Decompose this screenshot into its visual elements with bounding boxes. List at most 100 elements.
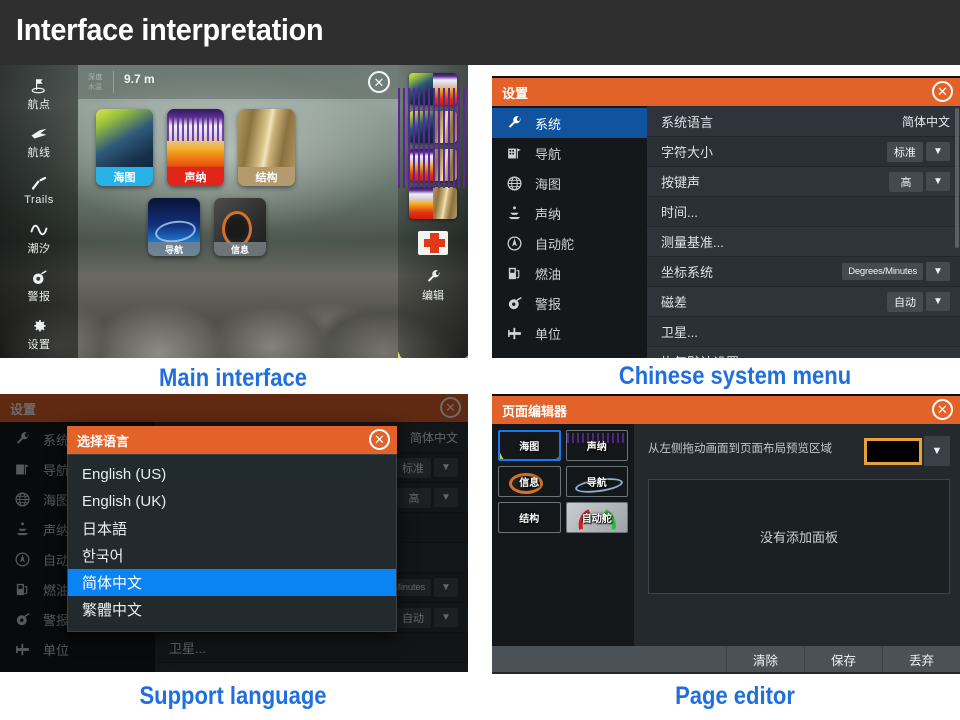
tile-chart[interactable]: 海图 xyxy=(96,109,153,186)
units-icon xyxy=(14,641,31,658)
editor-thumb-sonar[interactable]: 声纳 xyxy=(565,430,628,461)
page-editor-header-row: 从左侧拖动画面到页面布局预览区域 ▼ xyxy=(648,436,950,466)
sidebar-label-navigation: 导航 xyxy=(535,146,562,162)
sidebar-item-alarm[interactable]: 警报 xyxy=(492,288,647,318)
rail-item-trails[interactable]: Trails xyxy=(0,167,78,214)
close-circle-icon[interactable]: ✕ xyxy=(932,399,953,420)
fuel-icon xyxy=(506,265,523,282)
close-circle-icon[interactable]: ✕ xyxy=(440,397,461,418)
layout-preview-box[interactable] xyxy=(864,437,922,465)
page-editor-titlebar: 页面编辑器 ✕ xyxy=(492,396,960,424)
rail-item-route[interactable]: 航线 xyxy=(0,119,78,166)
list-item[interactable]: 한국어 xyxy=(68,542,396,569)
page-editor-source-list: 海图 声纳 信息 导航 结构 自动舵 xyxy=(492,424,634,646)
gear-icon xyxy=(29,317,49,335)
chevron-down-icon[interactable]: ▼ xyxy=(434,608,458,627)
sidebar-item-navigation[interactable]: 导航 xyxy=(492,138,647,168)
settings-row-satellites[interactable]: 卫星... xyxy=(647,317,960,347)
caption-support-language: Support language xyxy=(139,682,327,710)
chevron-down-icon[interactable]: ▼ xyxy=(924,436,950,466)
editor-thumb-navigation[interactable]: 导航 xyxy=(565,466,628,497)
editor-thumb-structure[interactable]: 结构 xyxy=(498,502,561,533)
list-item[interactable]: English (US) xyxy=(68,461,396,488)
settings-row-satellites-dim[interactable]: 卫星... xyxy=(155,633,468,663)
sidebar-item-fuel[interactable]: 燃油 xyxy=(492,258,647,288)
settings-row-coordinate-system[interactable]: 坐标系统 Degrees/Minutes ▼ xyxy=(647,257,960,287)
rail-item-alarm[interactable]: 警报 xyxy=(0,263,78,310)
row-label-time: 时间... xyxy=(661,205,698,220)
settings-row-restore-defaults-dim[interactable]: 恢复默认设置... xyxy=(155,663,468,672)
settings-row-fontsize[interactable]: 字符大小 标准 ▼ xyxy=(647,137,960,167)
sidebar-item-chart[interactable]: 海图 xyxy=(492,168,647,198)
row-label-coordinate-system: 坐标系统 xyxy=(661,265,714,280)
tile-navigation[interactable]: 导航 xyxy=(148,198,200,256)
settings-sidebar: 系统 导航 海图 声纳 自动舵 燃油 警报 单位 xyxy=(492,106,647,358)
settings-row-language[interactable]: 系统语言 简体中文 xyxy=(647,107,960,137)
settings-row-variation[interactable]: 磁差 自动 ▼ xyxy=(647,287,960,317)
tile-structure[interactable]: 结构 xyxy=(238,109,295,186)
row-label-restore-defaults: 恢复默认设置... xyxy=(661,352,750,358)
close-circle-icon[interactable]: ✕ xyxy=(369,429,390,450)
list-item-selected[interactable]: 简体中文 xyxy=(68,569,396,596)
sidebar-label-chart: 海图 xyxy=(535,176,562,192)
editor-thumb-chart[interactable]: 海图 xyxy=(498,430,561,461)
sidebar-item-system[interactable]: 系统 xyxy=(492,108,647,138)
chevron-down-icon[interactable]: ▼ xyxy=(434,488,458,507)
sidebar-item-sonar[interactable]: 声纳 xyxy=(492,198,647,228)
time-label: 深度 xyxy=(88,74,103,81)
list-item[interactable]: English (UK) xyxy=(68,488,396,515)
combo-variation-dim[interactable]: 自动 ▼ xyxy=(395,607,458,628)
combo-fontsize[interactable]: 标准 ▼ xyxy=(887,141,950,162)
chevron-down-icon[interactable]: ▼ xyxy=(926,292,950,311)
list-item[interactable]: 繁體中文 xyxy=(68,596,396,623)
combo-variation[interactable]: 自动 ▼ xyxy=(887,291,950,312)
editor-thumb-autopilot[interactable]: 自动舵 xyxy=(565,502,628,533)
row-value-language-dim: 简体中文 xyxy=(409,431,458,445)
tile-label-navigation: 导航 xyxy=(148,242,200,256)
settings-row-keybeep[interactable]: 按键声 高 ▼ xyxy=(647,167,960,197)
list-item[interactable]: 日本語 xyxy=(68,515,396,542)
editor-thumb-label-navigation: 导航 xyxy=(586,478,607,489)
sidebar-item-units[interactable]: 单位 xyxy=(492,318,647,348)
settings-row-time[interactable]: 时间... xyxy=(647,197,960,227)
chevron-down-icon[interactable]: ▼ xyxy=(434,578,458,597)
tile-sonar[interactable]: 声纳 xyxy=(167,109,224,186)
add-page-icon[interactable] xyxy=(418,231,448,255)
page-layout-preview-area[interactable]: 没有添加面板 xyxy=(648,479,950,594)
units-icon xyxy=(506,325,523,342)
combo-keybeep[interactable]: 高 ▼ xyxy=(889,171,950,192)
editor-thumb-label-sonar: 声纳 xyxy=(586,442,607,453)
settings-row-restore-defaults[interactable]: 恢复默认设置... xyxy=(647,347,960,358)
combo-coordinate-system[interactable]: Degrees/Minutes ▼ xyxy=(842,262,950,281)
close-circle-icon[interactable]: ✕ xyxy=(368,71,390,93)
globe-icon xyxy=(506,175,523,192)
layout-dropdown[interactable]: ▼ xyxy=(864,436,950,466)
editor-thumb-info[interactable]: 信息 xyxy=(498,466,561,497)
chevron-down-icon[interactable]: ▼ xyxy=(926,262,950,281)
editor-thumb-label-autopilot: 自动舵 xyxy=(581,514,612,525)
wrench-icon xyxy=(506,115,523,132)
rail-item-settings[interactable]: 设置 xyxy=(0,311,78,358)
close-circle-icon[interactable]: ✕ xyxy=(932,81,953,102)
rail-item-waypoint[interactable]: 航点 xyxy=(0,71,78,118)
settings-scrollbar[interactable] xyxy=(955,108,959,248)
combo-keybeep-dim[interactable]: 高 ▼ xyxy=(397,487,458,508)
clear-button[interactable]: 清除 xyxy=(726,646,804,672)
sidebar-item-units-dim[interactable]: 单位 xyxy=(0,634,155,664)
chevron-down-icon[interactable]: ▼ xyxy=(434,458,458,477)
sidebar-item-autopilot[interactable]: 自动舵 xyxy=(492,228,647,258)
chevron-down-icon[interactable]: ▼ xyxy=(926,172,950,191)
chevron-down-icon[interactable]: ▼ xyxy=(926,142,950,161)
language-label-zh-cn: 简体中文 xyxy=(82,575,143,592)
discard-button[interactable]: 丢弃 xyxy=(882,646,960,672)
editor-thumb-label-chart: 海图 xyxy=(519,442,540,453)
rail-label-route: 航线 xyxy=(27,147,51,159)
settings-row-datum[interactable]: 测量基准... xyxy=(647,227,960,257)
tide-icon xyxy=(29,221,49,239)
combo-fontsize-dim[interactable]: 标准 ▼ xyxy=(395,457,458,478)
rail-item-tide[interactable]: 潮汐 xyxy=(0,215,78,262)
tile-info[interactable]: 信息 xyxy=(214,198,266,256)
save-button[interactable]: 保存 xyxy=(804,646,882,672)
tile-label-info: 信息 xyxy=(214,242,266,256)
main-topbar: 深度 水温 9.7 m xyxy=(78,65,398,99)
